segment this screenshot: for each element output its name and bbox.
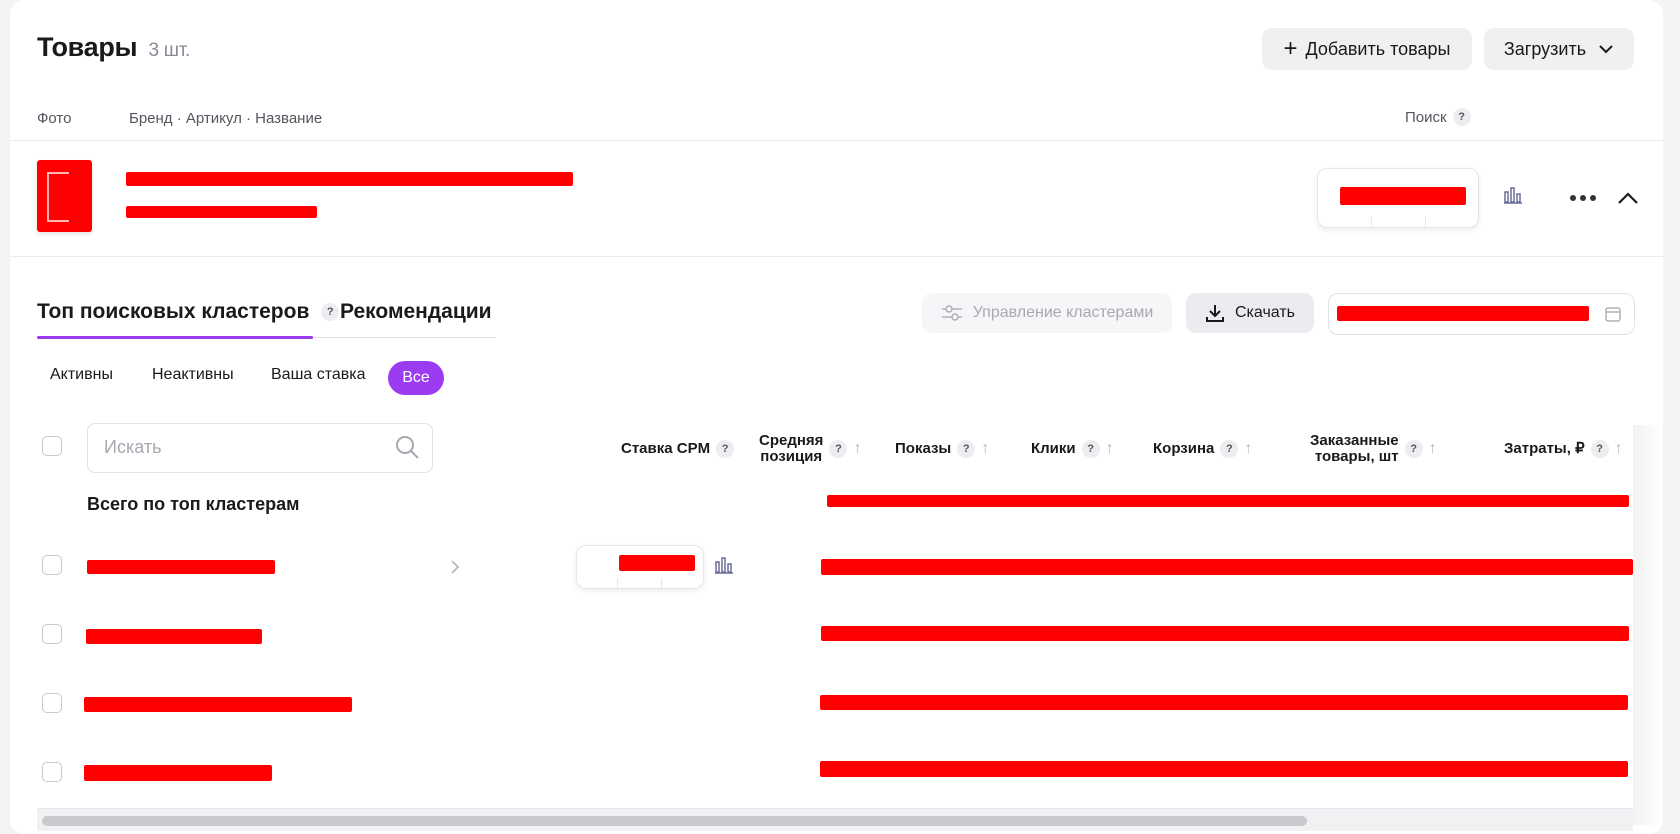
row-checkbox[interactable] (42, 693, 62, 713)
filter-active[interactable]: Активны (50, 366, 113, 384)
download-button[interactable]: Скачать (1186, 293, 1314, 333)
product-count: 3 шт. (148, 40, 191, 61)
divider (10, 256, 1663, 257)
upload-dropdown-button[interactable]: Загрузить (1484, 28, 1634, 70)
column-clicks-label: Клики (1031, 440, 1076, 457)
calendar-icon (1605, 307, 1621, 322)
column-avg-position-label: Средняя позиция (759, 432, 824, 465)
column-impressions-label: Показы (895, 440, 952, 457)
tab-recommendations[interactable]: Рекомендации (340, 300, 492, 324)
bar-chart-icon[interactable] (713, 554, 735, 576)
help-icon[interactable]: ? (1081, 440, 1100, 458)
row-checkbox[interactable] (42, 555, 62, 575)
product-photo[interactable] (37, 160, 92, 232)
redacted-cluster-name (84, 697, 352, 712)
sort-arrow-icon[interactable]: ↑ (1244, 441, 1252, 457)
column-impressions[interactable]: Показы ? ↑ (895, 440, 989, 458)
page-title: Товары 3 шт. (37, 32, 190, 63)
add-products-button[interactable]: + Добавить товары (1262, 28, 1472, 70)
help-icon[interactable]: ? (1590, 440, 1609, 458)
filter-your-bid[interactable]: Ваша ставка (271, 366, 366, 384)
cluster-search-input[interactable] (102, 436, 386, 459)
date-range-picker[interactable] (1328, 293, 1635, 335)
row-checkbox[interactable] (42, 762, 62, 782)
select-all-checkbox[interactable] (42, 436, 62, 456)
help-icon[interactable]: ? (1452, 108, 1471, 126)
horizontal-scrollbar[interactable] (37, 808, 1633, 831)
sort-arrow-icon[interactable]: ↑ (1429, 441, 1437, 457)
total-row-label: Всего по топ кластерам (87, 494, 300, 514)
redacted-product-name (126, 172, 573, 186)
column-ordered-label: Заказанные товары, шт (1310, 432, 1399, 465)
help-icon[interactable]: ? (1220, 440, 1239, 458)
bar-chart-icon[interactable] (1502, 184, 1524, 206)
redacted-search-value (1340, 187, 1466, 205)
sort-arrow-icon[interactable]: ↑ (853, 441, 861, 457)
help-icon[interactable]: ? (321, 303, 340, 322)
manage-clusters-button[interactable]: Управление кластерами (922, 293, 1172, 333)
brand-column-header: Бренд · Артикул · Название (129, 110, 323, 127)
help-icon[interactable]: ? (957, 440, 976, 458)
column-avg-position[interactable]: Средняя позиция ? ↑ (759, 433, 861, 465)
search-icon[interactable] (394, 434, 420, 460)
redacted-date-range (1337, 306, 1589, 321)
upload-label: Загрузить (1503, 38, 1587, 59)
add-products-label: Добавить товары (1305, 38, 1451, 59)
redacted-cluster-name (87, 560, 275, 574)
redacted-row-values (820, 695, 1628, 710)
search-column-label: Поиск (1405, 108, 1447, 126)
chevron-up-icon[interactable] (1616, 186, 1640, 210)
scroll-shadow (1633, 425, 1663, 825)
tab-top-clusters[interactable]: Топ поисковых кластеров ? (37, 300, 340, 324)
search-bid-box[interactable] (1317, 168, 1479, 228)
search-column-header: Поиск ? (1405, 108, 1471, 126)
filter-all[interactable]: Все (388, 361, 444, 395)
manage-clusters-label: Управление кластерами (972, 304, 1154, 321)
chevron-down-icon (1599, 45, 1613, 54)
tab-active-indicator (37, 336, 313, 339)
scrollbar-thumb[interactable] (42, 816, 1307, 826)
photo-column-header: Фото (37, 110, 72, 127)
redacted-product-article (126, 206, 317, 218)
cluster-search-box (87, 423, 433, 473)
help-icon[interactable]: ? (829, 440, 848, 458)
column-cart-label: Корзина (1153, 440, 1215, 457)
chevron-right-icon[interactable] (448, 556, 462, 578)
help-icon[interactable]: ? (716, 440, 735, 458)
more-options-icon[interactable] (1568, 188, 1598, 208)
page-title-text: Товары (37, 32, 138, 62)
redacted-cluster-name (84, 765, 272, 781)
column-ordered[interactable]: Заказанные товары, шт ? ↑ (1310, 433, 1437, 465)
download-label: Скачать (1235, 304, 1295, 321)
tab-top-clusters-label: Топ поисковых кластеров (37, 300, 310, 323)
column-spend-label: Затраты, ₽ (1504, 440, 1585, 457)
redacted-row-values (821, 559, 1633, 575)
divider (10, 140, 1663, 141)
column-spend[interactable]: Затраты, ₽ ? ↑ (1504, 440, 1623, 458)
redacted-cpm-value (619, 555, 695, 571)
filter-inactive[interactable]: Неактивны (152, 366, 234, 384)
download-icon (1206, 305, 1224, 322)
plus-icon: + (1283, 35, 1298, 62)
redacted-cluster-name (86, 629, 262, 644)
column-cart[interactable]: Корзина ? ↑ (1153, 440, 1252, 458)
column-cpm[interactable]: Ставка CPM ? (621, 440, 735, 458)
column-clicks[interactable]: Клики ? ↑ (1031, 440, 1114, 458)
redacted-total-values (827, 495, 1629, 507)
sort-arrow-icon[interactable]: ↑ (1106, 441, 1114, 457)
column-cpm-label: Ставка CPM (621, 440, 711, 457)
products-card: Товары 3 шт. + Добавить товары Загрузить… (10, 0, 1663, 834)
sort-arrow-icon[interactable]: ↑ (981, 441, 989, 457)
help-icon[interactable]: ? (1404, 440, 1423, 458)
redacted-row-values (821, 626, 1629, 641)
sort-arrow-icon[interactable]: ↑ (1615, 441, 1623, 457)
redacted-row-values (820, 761, 1628, 777)
row-checkbox[interactable] (42, 624, 62, 644)
cpm-bid-box[interactable] (576, 545, 704, 589)
sliders-icon (941, 305, 962, 321)
